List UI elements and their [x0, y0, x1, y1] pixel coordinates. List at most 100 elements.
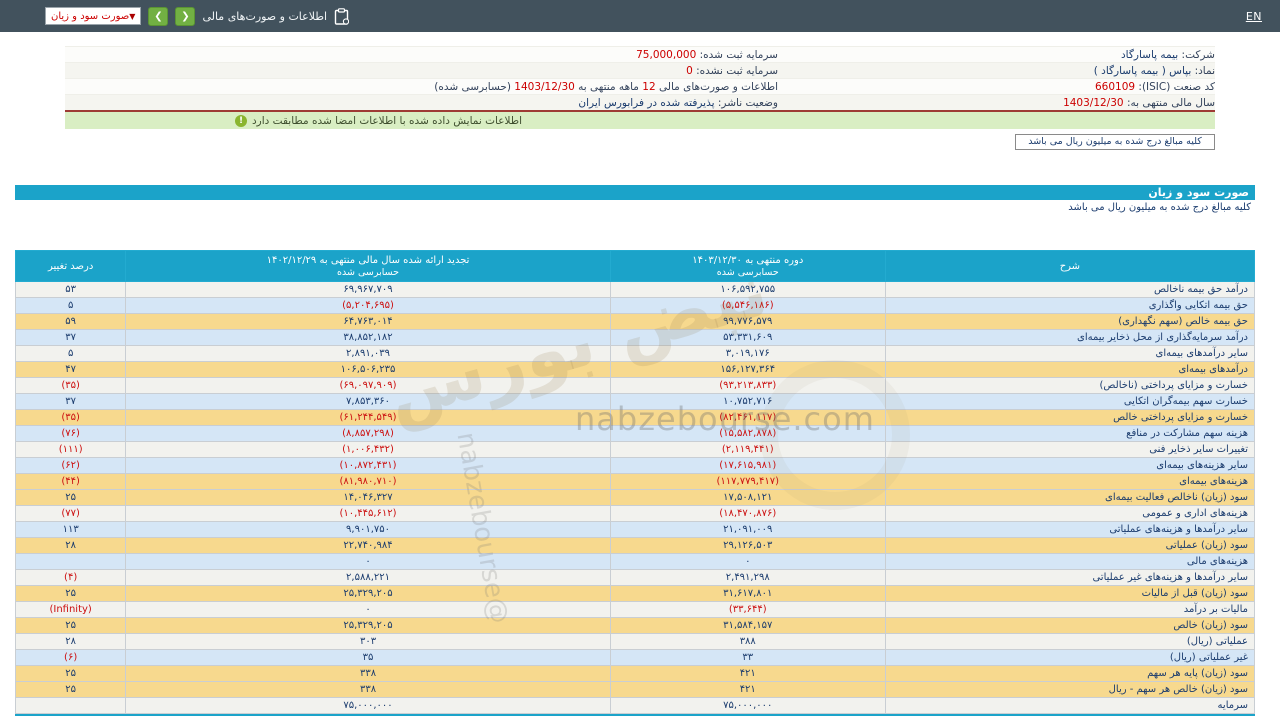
capital-unregistered-label: سرمایه ثبت نشده:	[696, 64, 778, 77]
table-row: هزینه‌های بیمه‌ای (۱۱۷,۷۷۹,۴۱۷) (۸۱,۹۸۰,۷۱…	[14, 473, 1256, 490]
percent-change-value	[14, 553, 127, 570]
table-row: درآمدهای بیمه‌ای ۱۵۶,۱۲۷,۳۶۴ ۱۰۶,۵۰۶,۲۳۵ ۴۷	[14, 361, 1256, 378]
table-row: خسارت سهم بیمه‌گران اتکایی ۱۰,۷۵۲,۷۱۶ ۷,۸۵…	[14, 393, 1256, 410]
table-row: سایر درآمدها و هزینه‌های عملیاتی ۲۱,۰۹۱,۰…	[14, 521, 1256, 538]
prior-period-value: ۷۵,۰۰۰,۰۰۰	[125, 697, 611, 714]
nav-forward-button[interactable]: ❯	[148, 6, 169, 26]
current-period-value: ۲۱,۰۹۱,۰۰۹	[609, 521, 886, 538]
table-row: هزینه‌های مالی ۰ ۰	[14, 553, 1256, 570]
table-row: سود (زیان) ناخالص فعالیت بیمه‌ای ۱۷,۵۰۸,۱…	[14, 489, 1256, 506]
current-period-value: (۲,۱۱۹,۴۴۱)	[609, 441, 886, 458]
current-period-value: (۳۳,۶۴۴)	[609, 601, 886, 618]
percent-change-value: ۵۹	[14, 313, 127, 330]
issuer-status-label: وضعیت ناشر:	[717, 96, 778, 109]
row-label: حق بیمه خالص (سهم نگهداری)	[884, 313, 1256, 330]
current-period-value: ۳۱,۵۸۴,۱۵۷	[609, 617, 886, 634]
nav-back-button[interactable]: ❮	[175, 6, 196, 26]
percent-change-value: ۳۷	[14, 329, 127, 346]
prior-period-value: ۹,۹۰۱,۷۵۰	[125, 521, 611, 538]
table-row: سود (زیان) خالص هر سهم - ریال ۴۲۱ ۳۳۸ ۲۵	[14, 681, 1256, 698]
prior-period-value: ۰	[125, 601, 611, 618]
info-circle-icon: !	[235, 114, 247, 127]
capital-registered-label: سرمایه ثبت شده:	[699, 48, 778, 61]
row-label: سرمایه	[884, 697, 1256, 714]
current-period-value: (۱۸,۴۷۰,۸۷۶)	[609, 505, 886, 522]
percent-change-value: (۴)	[14, 569, 127, 586]
statement-type-dropdown[interactable]: صورت سود و زیان ▼	[45, 7, 142, 25]
table-row: سود (زیان) عملیاتی ۲۹,۱۲۶,۵۰۳ ۲۲,۷۴۰,۹۸۴ ۲۸	[14, 537, 1256, 554]
prior-period-value: ۳۳۸	[125, 665, 611, 682]
prior-period-value: (۵,۲۰۴,۶۹۵)	[125, 297, 611, 314]
language-en-link[interactable]: EN	[1246, 10, 1262, 23]
table-row: خسارت و مزایای پرداختی خالص (۸۲,۴۶۱,۱۱۷)(…	[14, 409, 1256, 426]
percent-change-value: ۵	[14, 345, 127, 362]
prior-period-value: ۲۵,۳۲۹,۲۰۵	[125, 585, 611, 602]
row-label: هزینه سهم مشارکت در منافع	[884, 425, 1256, 442]
current-period-value: (۱۱۷,۷۷۹,۴۱۷)	[609, 473, 886, 490]
percent-change-value: ۲۵	[14, 585, 127, 602]
percent-change-value: ۲۵	[14, 665, 127, 682]
current-period-value: ۷۵,۰۰۰,۰۰۰	[609, 697, 886, 714]
prior-period-value: (۱۰,۸۷۲,۴۳۱)	[125, 457, 611, 474]
table-row: حق بیمه اتکایی واگذاری (۵,۵۴۶,۱۸۶) (۵,۲۰۴,…	[14, 297, 1256, 314]
table-row: سود (زیان) خالص ۳۱,۵۸۴,۱۵۷ ۲۵,۳۲۹,۲۰۵ ۲۵	[14, 617, 1256, 634]
row-label: درآمدهای بیمه‌ای	[884, 361, 1256, 378]
row-label: سایر هزینه‌های بیمه‌ای	[884, 457, 1256, 474]
period-date: 1403/12/30	[514, 80, 575, 93]
current-period-value: (۹۳,۲۱۳,۸۳۳)	[609, 377, 886, 394]
row-label: عملیاتی (ریال)	[884, 633, 1256, 650]
col-header-prior-period: تجدید ارائه شده سال مالی منتهی به ۱۴۰۲/۱…	[125, 250, 611, 282]
row-label: سود (زیان) خالص هر سهم - ریال	[884, 681, 1256, 698]
percent-change-value: ۲۵	[14, 681, 127, 698]
capital-registered-value: 75,000,000	[636, 48, 697, 61]
row-label: سایر درآمدها و هزینه‌های عملیاتی	[884, 521, 1256, 538]
company-name: بیمه پاسارگاد	[1121, 48, 1179, 61]
row-label: هزینه‌های اداری و عمومی	[884, 505, 1256, 522]
percent-change-value: ۲۸	[14, 537, 127, 554]
fiscal-year-value: 1403/12/30	[1063, 96, 1124, 109]
signature-match-alert: اطلاعات نمایش داده شده با اطلاعات امضا ش…	[65, 112, 1215, 129]
fiscal-year-label: سال مالی منتهی به:	[1126, 96, 1215, 109]
period-text-1: اطلاعات و صورت‌های مالی	[659, 80, 778, 93]
row-label: مالیات بر درآمد	[884, 601, 1256, 618]
info-row-symbol: نماد: بپاس ( بیمه پاسارگاد ) سرمایه ثبت …	[65, 62, 1215, 78]
col-header-percent-change: درصد تغییر	[14, 250, 127, 282]
percent-change-value: (۱۱۱)	[14, 441, 127, 458]
prior-period-value: (۸,۸۵۷,۲۹۸)	[125, 425, 611, 442]
table-row: هزینه سهم مشارکت در منافع (۱۵,۵۸۲,۸۷۸) (۸,…	[14, 425, 1256, 442]
percent-change-value: (۷۷)	[14, 505, 127, 522]
table-row: هزینه‌های اداری و عمومی (۱۸,۴۷۰,۸۷۶) (۱۰,۴…	[14, 505, 1256, 522]
row-label: خسارت و مزایای پرداختی خالص	[884, 409, 1256, 426]
current-period-value: ۰	[609, 553, 886, 570]
amounts-unit-box[interactable]: کلیه مبالغ درج شده به میلیون ریال می باش…	[1015, 134, 1215, 150]
row-label: سایر درآمدها و هزینه‌های غیر عملیاتی	[884, 569, 1256, 586]
prior-period-value: ۷,۸۵۳,۳۶۰	[125, 393, 611, 410]
percent-change-value: ۵	[14, 297, 127, 314]
symbol-value: بپاس ( بیمه پاسارگاد )	[1093, 64, 1192, 77]
income-table-body: درآمد حق بیمه ناخالص ۱۰۶,۵۹۲,۷۵۵ ۶۹,۹۶۷,۷۰…	[14, 281, 1256, 714]
row-label: سود (زیان) ناخالص فعالیت بیمه‌ای	[884, 489, 1256, 506]
percent-change-value: (Infinity)	[14, 601, 127, 618]
current-period-value: ۱۷,۵۰۸,۱۲۱	[609, 489, 886, 506]
table-row: سایر درآمدهای بیمه‌ای ۳,۰۱۹,۱۷۶ ۲,۸۹۱,۰۳۹ ۵	[14, 345, 1256, 362]
income-statement-table: شرح دوره منتهی به ۱۴۰۳/۱۲/۳۰ حسابرسی شده…	[14, 250, 1256, 714]
prior-period-value: (۸۱,۹۸۰,۷۱۰)	[125, 473, 611, 490]
prior-period-value: ۱۰۶,۵۰۶,۲۳۵	[125, 361, 611, 378]
row-label: حق بیمه اتکایی واگذاری	[884, 297, 1256, 314]
current-period-value: (۵,۵۴۶,۱۸۶)	[609, 297, 886, 314]
row-label: سود (زیان) قبل از مالیات	[884, 585, 1256, 602]
table-row: سود (زیان) قبل از مالیات ۳۱,۶۱۷,۸۰۱ ۲۵,۳۲۹…	[14, 585, 1256, 602]
prior-period-value: ۲۵,۳۲۹,۲۰۵	[125, 617, 611, 634]
income-statement-table-wrap: شرح دوره منتهی به ۱۴۰۳/۱۲/۳۰ حسابرسی شده…	[14, 250, 1256, 716]
period-text-3: (حسابرسی شده)	[434, 80, 511, 93]
topbar-right-cluster: اطلاعات و صورت‌های مالی ❮ ❯ صورت سود و ز…	[45, 6, 350, 26]
percent-change-value: ۳۷	[14, 393, 127, 410]
prior-period-value: (۶۱,۲۴۴,۵۴۹)	[125, 409, 611, 426]
period-text-2: ماهه منتهی به	[578, 80, 639, 93]
current-period-value: (۸۲,۴۶۱,۱۱۷)	[609, 409, 886, 426]
percent-change-value: ۴۷	[14, 361, 127, 378]
info-row-company: شرکت: بیمه پاسارگاد سرمایه ثبت شده: 75,0…	[65, 46, 1215, 62]
statement-section-title: صورت سود و زیان	[15, 185, 1255, 200]
row-label: خسارت سهم بیمه‌گران اتکایی	[884, 393, 1256, 410]
percent-change-value: (۶)	[14, 649, 127, 666]
